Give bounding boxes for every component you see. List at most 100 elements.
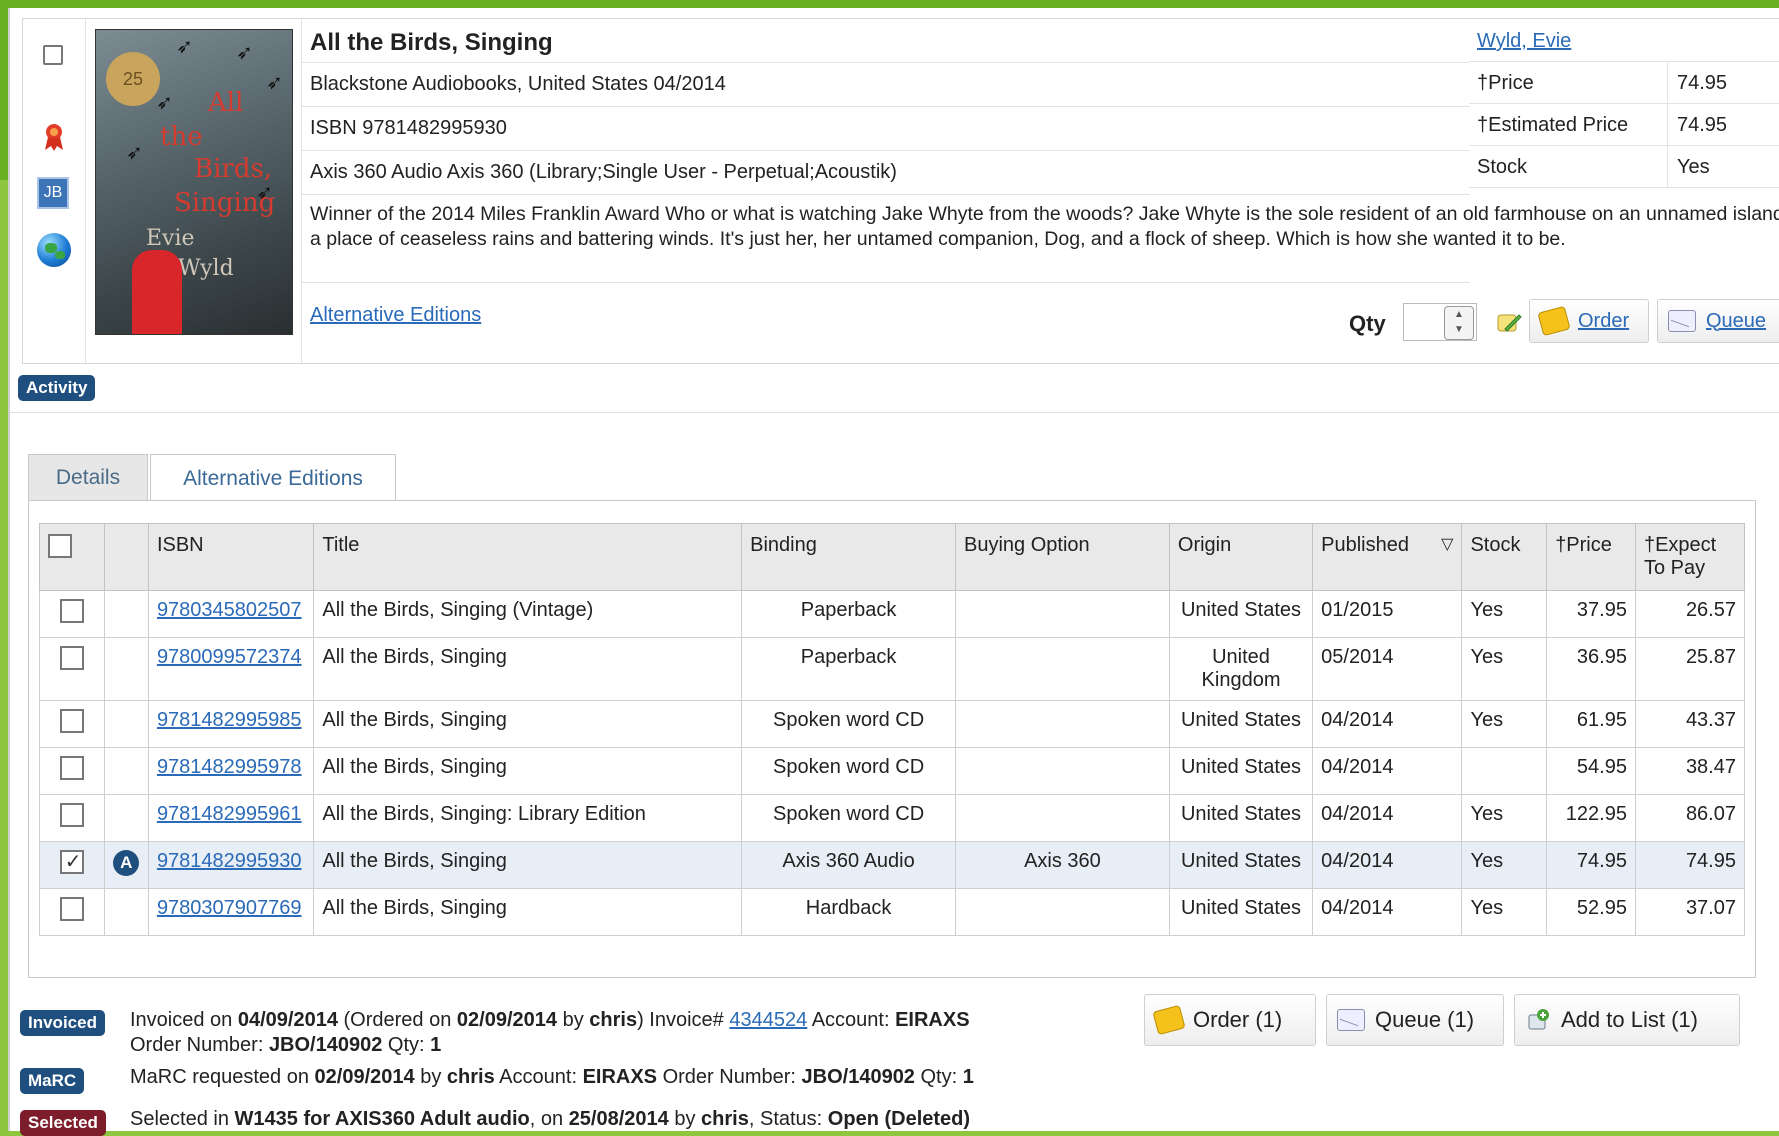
alt-editions-link[interactable]: Alternative Editions bbox=[310, 304, 481, 327]
isbn-header[interactable]: ISBN bbox=[147, 523, 315, 591]
isbn-link[interactable]: 9781482995985 bbox=[157, 709, 302, 731]
queue-button[interactable]: Queue bbox=[1657, 299, 1779, 343]
origin-cell: United States bbox=[1168, 700, 1314, 748]
isbn-link[interactable]: 9781482995930 bbox=[157, 850, 302, 872]
expect-to-pay-cell: 26.57 bbox=[1634, 590, 1746, 638]
origin-header[interactable]: Origin bbox=[1168, 523, 1314, 591]
notes-pencil-icon[interactable] bbox=[1495, 309, 1523, 337]
user-name: chris bbox=[589, 1009, 638, 1031]
qty-spin-buttons[interactable]: ▲ ▼ bbox=[1444, 306, 1474, 340]
qty-stepper[interactable]: ▲ ▼ bbox=[1403, 303, 1477, 341]
price-cell: 74.95 bbox=[1546, 841, 1636, 889]
published-header[interactable]: Published ▽ bbox=[1312, 523, 1463, 591]
binding-cell: Paperback bbox=[741, 637, 957, 701]
invoice-number-link[interactable]: 4344524 bbox=[729, 1009, 807, 1031]
selected-badge: Selected bbox=[20, 1110, 106, 1136]
price-row: †Price 74.95 bbox=[1469, 61, 1779, 104]
published-cell: 04/2014 bbox=[1312, 700, 1463, 748]
add-to-list-button[interactable]: Add to List (1) bbox=[1514, 994, 1740, 1046]
table-row[interactable]: 9780345802507 All the Birds, Singing (Vin… bbox=[39, 590, 1746, 638]
alternative-editions-panel: ISBN Title Binding Buying Option Origin … bbox=[28, 500, 1756, 978]
cover-author-line: Evie bbox=[146, 226, 195, 251]
format-line: Axis 360 Audio Axis 360 (Library;Single … bbox=[310, 161, 897, 183]
isbn-link[interactable]: 9781482995978 bbox=[157, 756, 302, 778]
text: Invoiced on bbox=[130, 1009, 238, 1031]
title-row: All the Birds, Singing bbox=[302, 19, 1470, 63]
stock-row: Stock Yes bbox=[1469, 145, 1779, 188]
tab-details[interactable]: Details bbox=[28, 454, 148, 500]
title-record: JB 25 ➶ ➶ ➶ ➶ ➶ ➶ All the Birds, Singing… bbox=[22, 18, 1779, 364]
table-row[interactable]: 9781482995961 All the Birds, Singing: Lib… bbox=[39, 794, 1746, 842]
buying-option-header[interactable]: Buying Option bbox=[955, 523, 1170, 591]
bulk-order-button[interactable]: Order (1) bbox=[1144, 994, 1316, 1046]
row-checkbox[interactable] bbox=[59, 849, 84, 874]
cover-25-badge: 25 bbox=[106, 52, 160, 106]
list-name: W1435 for AXIS360 Adult audio bbox=[234, 1108, 530, 1130]
isbn-link[interactable]: 9781482995961 bbox=[157, 803, 302, 825]
stock-label: Stock bbox=[1477, 156, 1528, 178]
add-to-list-icon bbox=[1525, 1007, 1551, 1033]
row-checkbox[interactable] bbox=[59, 897, 84, 921]
text: Qty: bbox=[914, 1066, 963, 1088]
stock-cell: Yes bbox=[1461, 700, 1548, 748]
globe-icon[interactable] bbox=[37, 233, 71, 267]
isbn-row: ISBN 9781482995930 bbox=[302, 107, 1470, 151]
queue-envelope-icon bbox=[1337, 1009, 1365, 1031]
axis-badge-icon: A bbox=[113, 850, 140, 876]
stock-cell bbox=[1461, 747, 1548, 795]
expect-header-line2: To Pay bbox=[1643, 557, 1706, 579]
bird-icon: ➶ bbox=[236, 42, 253, 64]
binding-header[interactable]: Binding bbox=[741, 523, 957, 591]
row-checkbox[interactable] bbox=[59, 756, 84, 780]
account-code: EIRAXS bbox=[895, 1009, 970, 1031]
bird-icon: ➶ bbox=[266, 72, 283, 94]
isbn-link[interactable]: 9780345802507 bbox=[157, 599, 302, 621]
price-header[interactable]: †Price bbox=[1546, 523, 1636, 591]
sort-descending-icon: ▽ bbox=[1441, 536, 1454, 553]
marc-badge: MaRC bbox=[20, 1068, 85, 1094]
buying-option-cell bbox=[955, 794, 1170, 842]
qty-input[interactable] bbox=[1406, 306, 1448, 338]
text: by bbox=[557, 1009, 590, 1031]
row-checkbox[interactable] bbox=[59, 646, 84, 670]
binding-cell: Axis 360 Audio bbox=[741, 841, 957, 889]
row-select-cell bbox=[39, 888, 105, 936]
row-select-cell bbox=[39, 794, 105, 842]
bulk-queue-button[interactable]: Queue (1) bbox=[1326, 994, 1504, 1046]
isbn-link[interactable]: 9780307907769 bbox=[157, 897, 302, 919]
select-all-checkbox[interactable] bbox=[48, 534, 72, 558]
binding-cell: Paperback bbox=[741, 590, 957, 638]
jb-icon[interactable]: JB bbox=[37, 177, 69, 209]
order-button-label: Order bbox=[1578, 309, 1630, 332]
isbn-link[interactable]: 9780099572374 bbox=[157, 646, 302, 668]
text: by bbox=[414, 1066, 447, 1088]
text: (Ordered on bbox=[337, 1009, 457, 1031]
bulk-queue-label: Queue (1) bbox=[1375, 1007, 1475, 1032]
table-row[interactable]: 9780099572374 All the Birds, Singing Paper… bbox=[39, 637, 1746, 701]
title-header[interactable]: Title bbox=[313, 523, 743, 591]
table-row[interactable]: 9781482995985 All the Birds, Singing Spoke… bbox=[39, 700, 1746, 748]
record-checkbox[interactable] bbox=[43, 45, 63, 65]
order-button[interactable]: Order bbox=[1529, 299, 1649, 343]
add-to-list-label: Add to List (1) bbox=[1561, 1007, 1698, 1032]
stock-header[interactable]: Stock bbox=[1461, 523, 1548, 591]
price-label: †Price bbox=[1477, 72, 1534, 94]
table-row[interactable]: 9780307907769 All the Birds, Singing Hardb… bbox=[39, 888, 1746, 936]
row-checkbox[interactable] bbox=[59, 709, 84, 733]
row-checkbox[interactable] bbox=[59, 803, 84, 827]
row-checkbox[interactable] bbox=[59, 599, 84, 623]
book-cover-image: 25 ➶ ➶ ➶ ➶ ➶ ➶ All the Birds, Singing Ev… bbox=[95, 29, 293, 335]
tab-alternative-editions[interactable]: Alternative Editions bbox=[150, 454, 396, 502]
stock-cell: Yes bbox=[1461, 637, 1548, 701]
expect-to-pay-header[interactable]: †Expect To Pay bbox=[1634, 523, 1746, 591]
user-name: chris bbox=[446, 1066, 495, 1088]
author-link[interactable]: Wyld, Evie bbox=[1477, 30, 1571, 53]
table-row[interactable]: A9781482995930All the Birds, SingingAxis… bbox=[39, 841, 1746, 889]
expect-to-pay-cell: 37.07 bbox=[1634, 888, 1746, 936]
table-row[interactable]: 9781482995978 All the Birds, Singing Spoke… bbox=[39, 747, 1746, 795]
format-row: Axis 360 Audio Axis 360 (Library;Single … bbox=[302, 151, 1470, 195]
order-number: JBO/140902 bbox=[268, 1034, 383, 1056]
order-number: JBO/140902 bbox=[801, 1066, 915, 1088]
published-cell: 04/2014 bbox=[1312, 794, 1463, 842]
expect-to-pay-cell: 38.47 bbox=[1634, 747, 1746, 795]
